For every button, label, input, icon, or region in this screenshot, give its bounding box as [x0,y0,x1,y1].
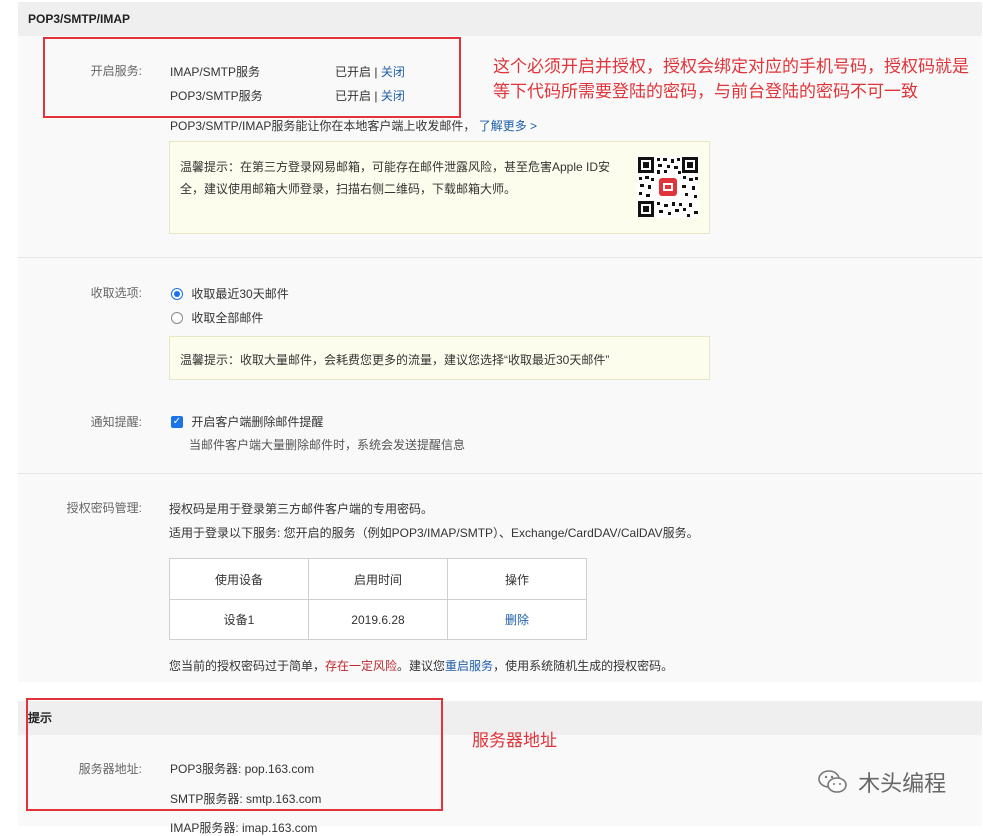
wechat-icon [818,770,847,793]
header-device: 使用设备 [169,558,309,600]
section-header-pop: POP3/SMTP/IMAP [18,2,982,36]
auth-line-2: 适用于登录以下服务: 您开启的服务（例如POP3/IMAP/SMTP）、Exch… [169,526,699,540]
service-description: POP3/SMTP/IMAP服务能让你在本地客户端上收发邮件， 了解更多 > [170,117,537,134]
notify-label: 通知提醒: [90,415,142,429]
auth-warning: 您当前的授权密码过于简单，存在一定风险。建议您重启服务，使用系统随机生成的授权密… [169,657,673,674]
qr-code-icon [637,156,699,218]
section-title-pop: POP3/SMTP/IMAP [28,12,131,26]
table-row: 设备1 2019.6.28 删除 [169,599,587,640]
warm-tip-box: 温馨提示：在第三方登录网易邮箱，可能存在邮件泄露风险，甚至危害Apple ID安… [169,141,710,234]
annotation-box-services [43,37,461,118]
divider [18,257,982,258]
description-text: POP3/SMTP/IMAP服务能让你在本地客户端上收发邮件， [170,119,476,133]
cell-date: 2019.6.28 [308,599,448,640]
delete-device-link[interactable]: 删除 [505,613,529,627]
checkbox-checked-icon[interactable]: ✓ [171,415,183,428]
annotation-text-server: 服务器地址 [472,731,557,750]
restart-service-link[interactable]: 重启服务 [445,659,493,673]
receive-option-all[interactable]: 收取全部邮件 [171,309,263,326]
imap-server: IMAP服务器: imap.163.com [170,821,318,835]
auth-line-1: 授权码是用于登录第三方邮件客户端的专用密码。 [169,502,434,516]
risk-text: 存在一定风险 [325,659,398,673]
device-table: 使用设备 启用时间 操作 设备1 2019.6.28 删除 [169,558,587,640]
annotation-text-top: 这个必须开启并授权，授权会绑定对应的手机号码，授权码就是等下代码所需要登陆的密码… [493,57,969,101]
header-time: 启用时间 [308,558,448,600]
warning-text: 。建议您 [397,659,446,673]
table-header-row: 使用设备 启用时间 操作 [169,558,587,600]
learn-more-link[interactable]: 了解更多 > [479,119,537,133]
watermark: 木头编程 [818,766,946,798]
cell-action: 删除 [447,599,587,640]
radio-all[interactable] [171,311,183,324]
auth-label: 授权密码管理: [66,501,142,515]
warning-text: 您当前的授权密码过于简单， [169,659,326,673]
notify-description: 当邮件客户端大量删除邮件时，系统会发送提醒信息 [189,438,466,452]
watermark-text: 木头编程 [858,771,947,796]
warm-tip-text: 温馨提示：在第三方登录网易邮箱，可能存在邮件泄露风险，甚至危害Apple ID安… [180,160,611,196]
option-label: 收取最近30天邮件 [191,287,289,301]
divider [18,473,982,474]
option-label: 收取全部邮件 [191,311,264,325]
receive-option-30days[interactable]: 收取最近30天邮件 [171,285,289,302]
cell-device: 设备1 [169,599,309,640]
radio-30days[interactable] [171,287,183,300]
notify-checkbox-row[interactable]: ✓ 开启客户端删除邮件提醒 [171,413,323,430]
header-action: 操作 [447,558,587,600]
receive-tip-text: 温馨提示：收取大量邮件，会耗费您更多的流量，建议您选择“收取最近30天邮件” [180,353,610,367]
warning-text: ，使用系统随机生成的授权密码。 [493,659,674,673]
receive-label: 收取选项: [90,286,142,300]
checkbox-label: 开启客户端删除邮件提醒 [191,415,324,429]
annotation-box-servers [26,698,443,811]
receive-tip-box: 温馨提示：收取大量邮件，会耗费您更多的流量，建议您选择“收取最近30天邮件” [169,336,710,380]
